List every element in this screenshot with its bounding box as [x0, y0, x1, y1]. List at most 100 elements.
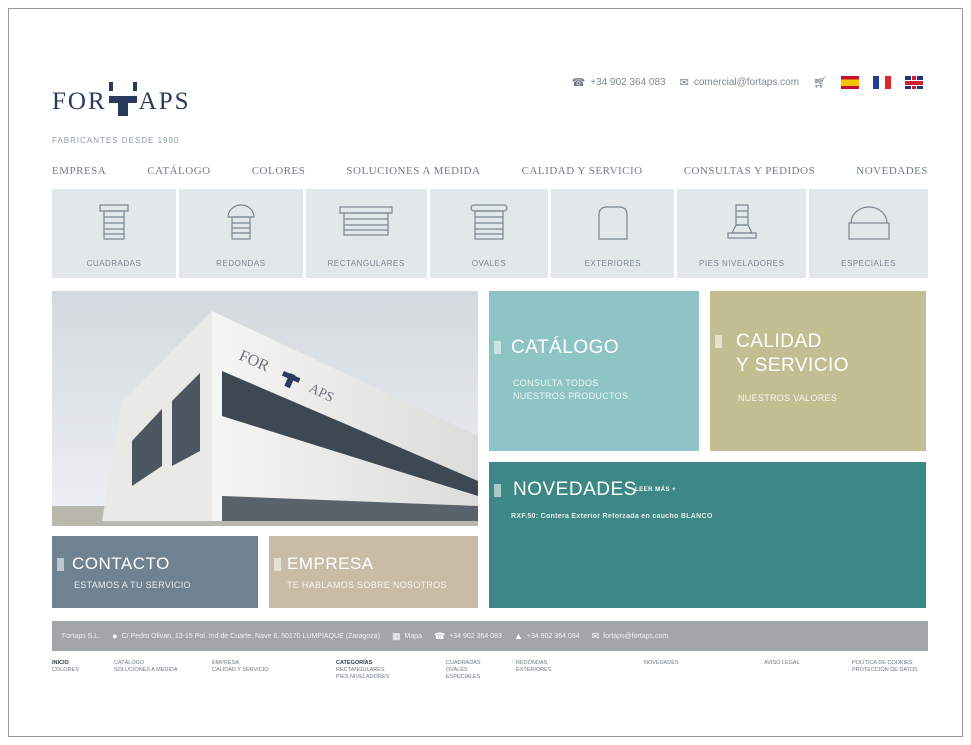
tile-calidad-servicio[interactable]: CALIDAD Y SERVICIO NUESTROS VALORES	[710, 291, 926, 451]
sitemap-link[interactable]: POLÍTICA DE COOKIES	[852, 660, 918, 667]
tile-contacto[interactable]: CONTACTO ESTAMOS A TU SERVICIO	[52, 536, 258, 608]
phone-item[interactable]: ☎ +34 902 364 083	[572, 76, 666, 89]
sitemap-link[interactable]: INICIO	[52, 660, 79, 667]
category-label: ESPECIALES	[841, 259, 896, 268]
sitemap-link[interactable]: PIES NIVELADORES	[336, 674, 389, 681]
logo[interactable]: FOR APS FABRICANTES DESDE 1990	[52, 70, 192, 145]
tile-contacto-sub: ESTAMOS A TU SERVICIO	[74, 580, 191, 590]
tile-catalogo[interactable]: CATÁLOGO CONSULTA TODOS NUESTROS PRODUCT…	[489, 291, 699, 451]
sitemap-col: CUADRADAS OVALES ESPECIALES	[446, 660, 481, 681]
sitemap-col: EMPRESA CALIDAD Y SERVICIO	[212, 660, 269, 674]
category-exteriores[interactable]: EXTERIORES	[551, 189, 675, 278]
special-cap-icon	[847, 206, 890, 240]
logo-tagline: FABRICANTES DESDE 1990	[52, 136, 180, 145]
flag-france-icon[interactable]	[873, 76, 891, 89]
map-icon: ▦	[391, 630, 401, 641]
footer-bar: Fortaps S.L. ● C/ Pedro Olivan, 13-15 Po…	[52, 621, 928, 651]
email-item[interactable]: ✉ comercial@fortaps.com	[680, 76, 799, 89]
category-pies-niveladores[interactable]: PIES NIVELADORES	[677, 189, 807, 278]
category-label: REDONDAS	[216, 259, 266, 268]
nav-soluciones[interactable]: SOLUCIONES A MEDIDA	[346, 165, 480, 177]
tile-empresa[interactable]: EMPRESA TE HABLAMOS SOBRE NOSOTROS	[269, 536, 478, 608]
sitemap-link[interactable]: COLORES	[52, 667, 79, 674]
nav-catalogo[interactable]: CATÁLOGO	[147, 165, 210, 177]
square-cap-icon	[99, 204, 129, 240]
category-label: OVALES	[471, 259, 507, 268]
footer-address: ● C/ Pedro Olivan, 13-15 Pol. Ind de Cua…	[112, 631, 380, 641]
round-cap-icon	[227, 204, 255, 240]
email-address: comercial@fortaps.com	[693, 77, 800, 88]
sitemap-link[interactable]: EMPRESA	[212, 660, 269, 667]
sitemap-link[interactable]: CALIDAD Y SERVICIO	[212, 667, 269, 674]
sitemap-col: CATÁLOGO SOLUCIONES A MEDIDA	[114, 660, 178, 674]
flag-spain-icon[interactable]	[841, 76, 859, 89]
sitemap-link[interactable]: CUADRADAS	[446, 660, 481, 667]
sitemap-link[interactable]: SOLUCIONES A MEDIDA	[114, 667, 178, 674]
sitemap-col: REDONDAS EXTERIORES	[516, 660, 551, 674]
category-label: RECTANGULARES	[327, 259, 405, 268]
fax-icon: ▲	[513, 631, 523, 641]
sitemap-link[interactable]: RECTANGULARES	[336, 667, 389, 674]
mail-icon: ✉	[591, 630, 600, 641]
oval-cap-icon	[470, 204, 508, 240]
footer-email[interactable]: ✉ fortaps@fortaps.com	[592, 631, 669, 642]
phone-number: +34 902 364 083	[590, 77, 666, 88]
sitemap-link[interactable]: CATEGORÍAS	[336, 660, 389, 667]
sitemap-col: POLÍTICA DE COOKIES PROTECCIÓN DE DATOS	[852, 660, 918, 674]
sitemap-col: CATEGORÍAS RECTANGULARES PIES NIVELADORE…	[336, 660, 389, 681]
tile-calidad-title-line2: Y SERVICIO	[736, 355, 850, 376]
location-pin-icon: ●	[112, 631, 118, 641]
contact-bar: ☎ +34 902 364 083 ✉ comercial@fortaps.co…	[572, 76, 923, 89]
footer-fax: ▲ +34 902 364 084	[513, 631, 580, 641]
logo-wordmark: FOR APS	[52, 82, 191, 116]
category-especiales[interactable]: ESPECIALES	[809, 189, 929, 278]
main-nav: EMPRESA CATÁLOGO COLORES SOLUCIONES A ME…	[52, 165, 928, 177]
tile-novedades[interactable]: NOVEDADES RXF.50: Contera Exterior Refor…	[489, 462, 926, 608]
sitemap-link[interactable]: REDONDAS	[516, 660, 551, 667]
sitemap-link[interactable]: EXTERIORES	[516, 667, 551, 674]
read-more-link[interactable]: LEER MÁS +	[635, 487, 676, 493]
tile-contacto-title: CONTACTO	[72, 554, 170, 573]
logo-t-mark	[108, 82, 137, 116]
category-label: PIES NIVELADORES	[699, 259, 785, 268]
tile-empresa-title: EMPRESA	[287, 554, 374, 573]
nav-consultas[interactable]: CONSULTAS Y PEDIDOS	[684, 165, 815, 177]
tile-catalogo-title: CATÁLOGO	[511, 337, 620, 358]
footer-map-link[interactable]: ▦ Mapa	[392, 631, 422, 642]
category-cuadradas[interactable]: CUADRADAS	[52, 189, 176, 278]
tile-catalogo-line2: NUESTROS PRODUCTOS	[513, 391, 629, 401]
category-redondas[interactable]: REDONDAS	[178, 189, 303, 278]
footer-phone[interactable]: ☎ +34 902 364 083	[434, 631, 502, 642]
category-rectangulares[interactable]: RECTANGULARES	[305, 189, 427, 278]
hero-building-image: FOR APS	[52, 291, 478, 526]
cart-icon[interactable]: 🛒︎	[813, 76, 827, 89]
category-label: CUADRADAS	[86, 259, 142, 268]
phone-icon: ☎	[433, 630, 446, 641]
sitemap-col: INICIO COLORES	[52, 660, 79, 674]
sitemap-link[interactable]: OVALES	[446, 667, 481, 674]
logo-text-left: FOR	[52, 88, 107, 115]
sitemap-col: NOVEDADES	[644, 660, 679, 667]
nav-empresa[interactable]: EMPRESA	[52, 165, 106, 177]
rectangular-cap-icon	[339, 206, 393, 236]
sitemap-col: AVISO LEGAL	[764, 660, 800, 667]
category-strip: CUADRADAS REDONDAS RECTANGULARES OVALES	[52, 189, 929, 278]
exterior-cap-icon	[598, 206, 628, 240]
leveling-foot-icon	[727, 204, 757, 239]
sitemap-link[interactable]: ESPECIALES	[446, 674, 481, 681]
nav-colores[interactable]: COLORES	[252, 165, 306, 177]
sitemap-link[interactable]: AVISO LEGAL	[764, 660, 800, 667]
sitemap-link[interactable]: PROTECCIÓN DE DATOS	[852, 667, 918, 674]
tile-novedades-news[interactable]: RXF.50: Contera Exterior Reforzada en ca…	[511, 510, 713, 523]
category-ovales[interactable]: OVALES	[429, 189, 549, 278]
nav-calidad[interactable]: CALIDAD Y SERVICIO	[522, 165, 643, 177]
sitemap-link[interactable]: CATÁLOGO	[114, 660, 178, 667]
phone-icon: ☎	[571, 77, 586, 89]
nav-novedades[interactable]: NOVEDADES	[856, 165, 928, 177]
tile-novedades-title: NOVEDADES	[513, 479, 637, 500]
tile-calidad-title-line1: CALIDAD	[736, 331, 822, 352]
sitemap-link[interactable]: NOVEDADES	[644, 660, 679, 667]
tile-calidad-sub: NUESTROS VALORES	[738, 393, 838, 403]
footer-company: Fortaps S.L.	[62, 632, 101, 640]
flag-uk-icon[interactable]	[905, 76, 923, 89]
